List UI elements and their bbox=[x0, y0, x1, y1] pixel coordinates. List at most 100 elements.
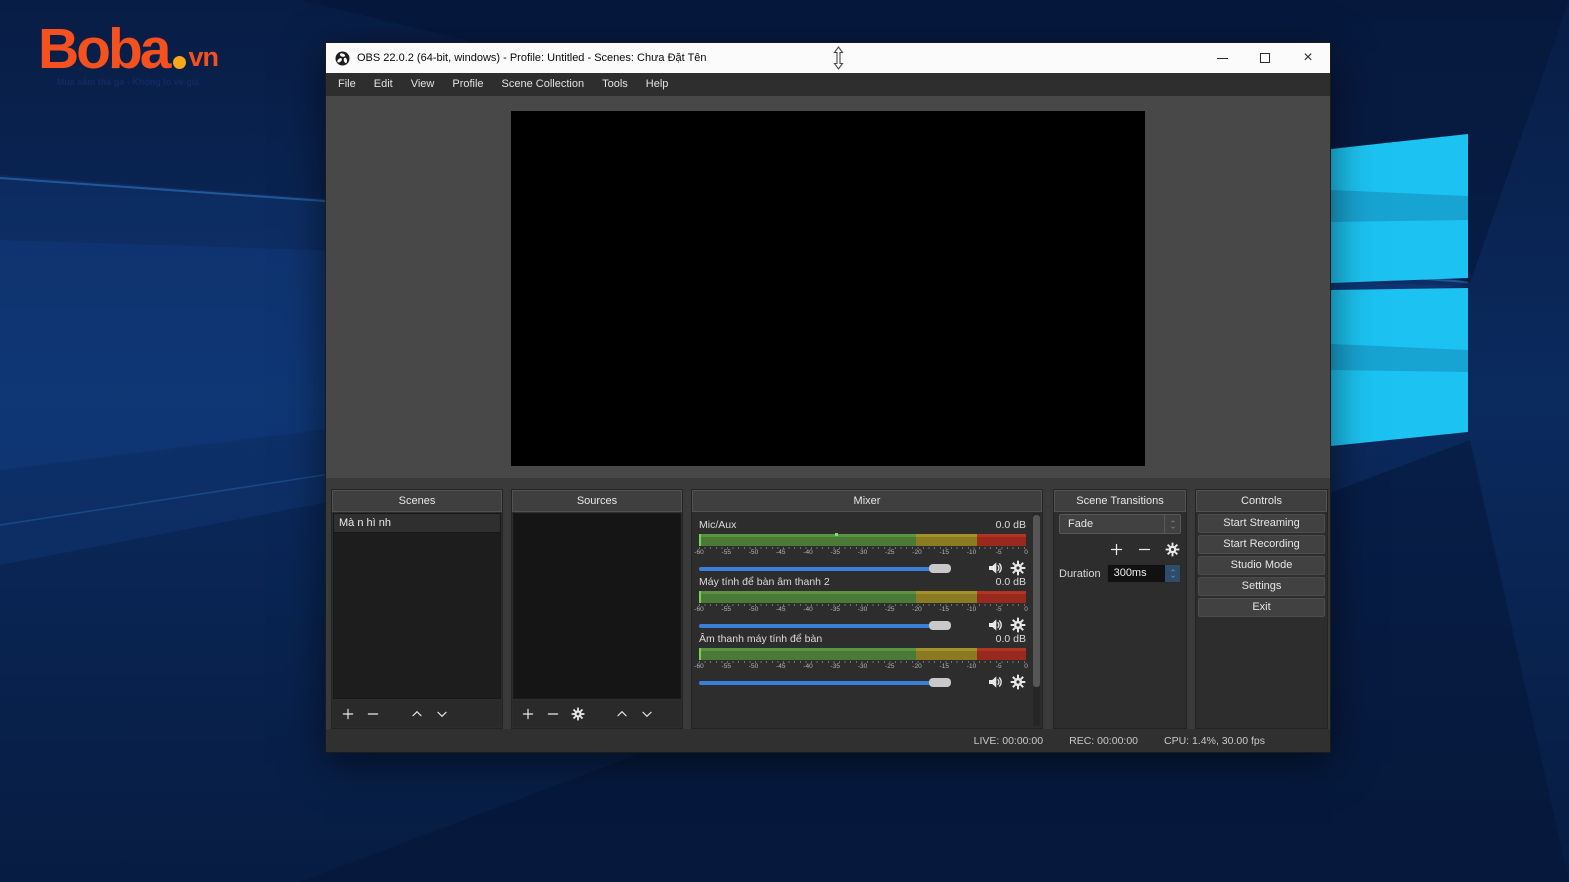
volume-slider-handle[interactable] bbox=[929, 563, 952, 573]
volume-slider-handle[interactable] bbox=[929, 677, 952, 687]
maximize-button[interactable] bbox=[1255, 43, 1275, 73]
control-button[interactable]: Exit bbox=[1198, 598, 1325, 617]
menu-item[interactable]: Profile bbox=[443, 73, 492, 96]
meter-tick-label: -55 bbox=[721, 549, 731, 556]
meter-tick-label: -35 bbox=[830, 663, 840, 670]
meter-tick-label: -10 bbox=[966, 606, 977, 613]
volume-slider-handle[interactable] bbox=[929, 620, 952, 630]
preview-canvas[interactable] bbox=[511, 111, 1145, 466]
move-source-down-button[interactable] bbox=[640, 707, 654, 721]
meter-tick-label: -5 bbox=[995, 549, 1002, 556]
sources-panel-header[interactable]: Sources bbox=[512, 490, 682, 512]
mixer-channel-db: 0.0 dB bbox=[995, 519, 1026, 531]
spinner-up-icon bbox=[1169, 519, 1177, 524]
transition-select[interactable]: Fade bbox=[1059, 514, 1181, 534]
boba-tld-text: vn bbox=[188, 41, 218, 72]
controls-panel-header[interactable]: Controls bbox=[1196, 490, 1327, 512]
speaker-mute-button[interactable] bbox=[987, 560, 1003, 576]
scene-transitions-panel: Scene Transitions Fade Duration 300ms bbox=[1053, 489, 1187, 729]
meter-tick-label: -60 bbox=[694, 663, 704, 670]
status-rec: REC: 00:00:00 bbox=[1069, 734, 1139, 747]
control-button[interactable]: Start Streaming bbox=[1198, 514, 1325, 533]
meter-tick-label: -5 bbox=[995, 663, 1002, 670]
mixer-panel-header[interactable]: Mixer bbox=[692, 490, 1042, 512]
boba-tagline: Mua sắm thả ga - Không lo về giá bbox=[56, 76, 200, 87]
obs-window: OBS 22.0.2 (64-bit, windows) - Profile: … bbox=[325, 42, 1331, 753]
sources-panel: Sources bbox=[511, 489, 683, 729]
menu-item[interactable]: Scene Collection bbox=[493, 73, 594, 96]
resize-cursor-icon bbox=[833, 46, 844, 70]
controls-panel: Controls Start Streaming Start Recording S… bbox=[1195, 489, 1328, 729]
transitions-panel-header[interactable]: Scene Transitions bbox=[1054, 490, 1186, 512]
menu-item[interactable]: Tools bbox=[593, 73, 637, 96]
menu-item[interactable]: View bbox=[402, 73, 444, 96]
transition-properties-gear-button[interactable] bbox=[1165, 542, 1180, 557]
scene-list-item[interactable]: Mà n hì nh bbox=[334, 514, 500, 533]
remove-scene-button[interactable] bbox=[366, 707, 380, 721]
volume-meter bbox=[699, 648, 1026, 660]
sources-list[interactable] bbox=[513, 513, 681, 699]
remove-source-button[interactable] bbox=[546, 707, 560, 721]
add-scene-button[interactable] bbox=[341, 707, 355, 721]
remove-transition-button[interactable] bbox=[1137, 542, 1152, 557]
menu-item[interactable]: File bbox=[329, 73, 365, 96]
minimize-icon bbox=[1216, 57, 1228, 59]
meter-tick-label: -15 bbox=[939, 606, 949, 613]
channel-settings-gear-button[interactable] bbox=[1010, 560, 1026, 576]
channel-settings-gear-button[interactable] bbox=[1010, 674, 1026, 690]
window-title: OBS 22.0.2 (64-bit, windows) - Profile: … bbox=[357, 52, 707, 64]
minimize-button[interactable] bbox=[1212, 43, 1232, 73]
mixer-scrollbar-thumb[interactable] bbox=[1033, 515, 1040, 687]
meter-tick-label: -40 bbox=[803, 549, 813, 556]
boba-dot-icon bbox=[173, 55, 187, 69]
title-bar[interactable]: OBS 22.0.2 (64-bit, windows) - Profile: … bbox=[326, 43, 1330, 73]
menu-item[interactable]: Help bbox=[637, 73, 678, 96]
meter-tick-label: -20 bbox=[912, 663, 922, 670]
maximize-icon bbox=[1260, 53, 1270, 63]
move-scene-up-button[interactable] bbox=[410, 707, 424, 721]
close-button[interactable]: × bbox=[1298, 43, 1318, 73]
menu-item[interactable]: Edit bbox=[365, 73, 402, 96]
meter-tick-label: -45 bbox=[776, 606, 786, 613]
duration-input[interactable]: 300ms bbox=[1106, 564, 1181, 583]
volume-slider[interactable] bbox=[699, 563, 970, 573]
volume-slider[interactable] bbox=[699, 620, 970, 630]
mixer-channel-name: Mic/Aux bbox=[699, 519, 737, 531]
mixer-channel: Mic/Aux 0.0 dB -60 -55 -50 -45 -40 -35 -30 -25-… bbox=[694, 519, 1028, 573]
transition-select-spinner[interactable] bbox=[1164, 515, 1180, 533]
mixer-ticks: -60 -55 -50 -45 -40 -35 -30 -25 -20 -15 -10 -5 0 bbox=[694, 604, 1028, 614]
mixer-scrollbar[interactable] bbox=[1033, 513, 1040, 726]
meter-tick-label: -50 bbox=[748, 606, 759, 613]
transition-selected-value: Fade bbox=[1068, 518, 1094, 530]
speaker-mute-button[interactable] bbox=[987, 674, 1003, 690]
volume-slider[interactable] bbox=[699, 677, 970, 687]
preview-area bbox=[326, 96, 1330, 478]
volume-meter bbox=[699, 591, 1026, 603]
control-button[interactable]: Studio Mode bbox=[1198, 556, 1325, 575]
volume-meter bbox=[699, 533, 1026, 546]
add-transition-button[interactable] bbox=[1109, 542, 1124, 557]
meter-tick-label: -45 bbox=[776, 663, 786, 670]
status-cpu-fps: CPU: 1.4%, 30.00 fps bbox=[1164, 734, 1265, 747]
control-button[interactable]: Start Recording bbox=[1198, 535, 1325, 554]
controls-buttons: Start Streaming Start Recording Studio Mod… bbox=[1198, 514, 1325, 617]
meter-tick-label: -35 bbox=[830, 549, 840, 556]
duration-spinner[interactable] bbox=[1165, 565, 1180, 582]
control-button[interactable]: Settings bbox=[1198, 577, 1325, 596]
scenes-panel-header[interactable]: Scenes bbox=[332, 490, 502, 512]
meter-input-tip bbox=[699, 591, 701, 603]
menu-bar: File Edit View Profile Scene Collection Tools… bbox=[326, 73, 1330, 96]
speaker-mute-button[interactable] bbox=[987, 617, 1003, 633]
channel-settings-gear-button[interactable] bbox=[1010, 617, 1026, 633]
sources-toolbar bbox=[513, 700, 681, 727]
mixer-channel: Máy tính để bàn âm thanh 2 0.0 dB -60 -55… bbox=[694, 576, 1028, 630]
volume-slider-fill bbox=[699, 566, 941, 571]
source-properties-gear-button[interactable] bbox=[571, 707, 585, 721]
move-source-up-button[interactable] bbox=[615, 707, 629, 721]
meter-tick-label: -20 bbox=[912, 606, 922, 613]
transition-actions bbox=[1109, 540, 1180, 558]
move-scene-down-button[interactable] bbox=[435, 707, 449, 721]
scenes-list[interactable]: Mà n hì nh bbox=[333, 513, 501, 699]
meter-tick-label: -40 bbox=[803, 663, 813, 670]
add-source-button[interactable] bbox=[521, 707, 535, 721]
